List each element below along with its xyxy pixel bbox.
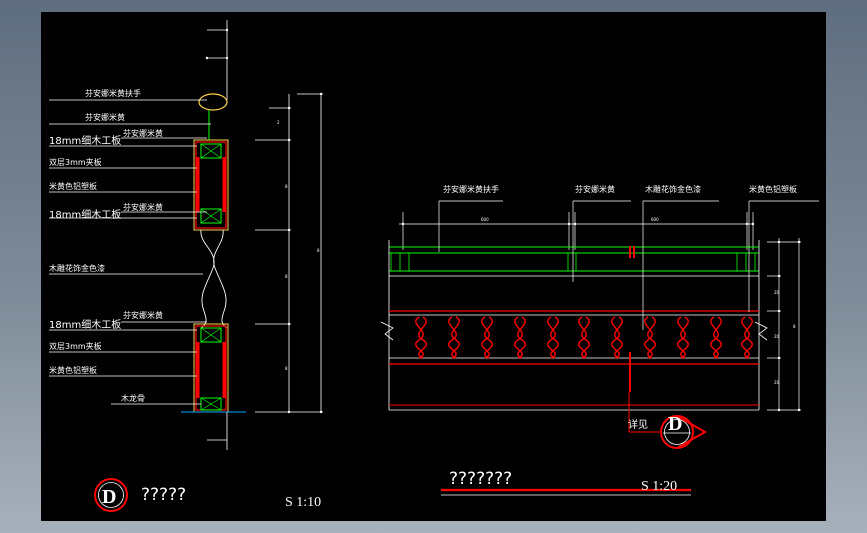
label-stone-mid: 芬安娜米黄	[123, 202, 163, 212]
svg-text:8: 8	[285, 184, 288, 189]
svg-text:8: 8	[793, 324, 796, 329]
left-profile: 2 8 8 8 8 芬安娜米黄扶手 芬安娜米黄 18mm细木工板 芬安娜米黄 双…	[49, 20, 323, 512]
svg-text:20: 20	[774, 380, 780, 385]
svg-text:20: 20	[774, 334, 780, 339]
left-scale: S 1:10	[285, 495, 321, 510]
label-wood-flower: 木雕花饰金色漆	[49, 263, 105, 273]
label-board-upper: 双层3mm夹板	[49, 157, 102, 167]
svg-text:8: 8	[285, 366, 288, 371]
handrail-section	[198, 93, 228, 111]
label-plywood-upper: 18mm细木工板	[49, 134, 121, 147]
label-plywood-mid: 18mm细木工板	[49, 208, 121, 221]
label-stone-lower: 芬安娜米黄	[123, 310, 163, 320]
right-label-handrail: 芬安娜米黄扶手	[443, 184, 499, 194]
baluster-profile	[200, 229, 228, 329]
svg-text:600: 600	[651, 217, 659, 222]
label-keel: 木龙骨	[121, 393, 145, 403]
label-stone-upper2: 芬安娜米黄	[123, 128, 163, 138]
right-label-wood-flower: 木雕花饰金色漆	[645, 184, 701, 194]
label-beige-upper: 米黄色铝塑板	[49, 181, 97, 191]
label-plywood-lower: 18mm细木工板	[49, 318, 121, 331]
label-beige-lower: 米黄色铝塑板	[49, 365, 97, 375]
right-elevation: 600 600 20 20 20 8 芬安娜米黄扶手 芬安娜米黄 木雕花饰金色漆…	[380, 184, 819, 496]
left-title: ?????	[141, 485, 186, 505]
label-board-lower: 双层3mm夹板	[49, 341, 102, 351]
right-label-stone: 芬安娜米黄	[575, 184, 615, 194]
svg-text:20: 20	[774, 290, 780, 295]
detail-callout-label: 详见	[628, 418, 648, 431]
right-label-beige: 米黄色铝塑板	[749, 184, 797, 194]
svg-text:2: 2	[277, 120, 280, 125]
right-title: ???????	[449, 469, 512, 489]
detail-marker-letter-right: D	[668, 413, 682, 435]
svg-text:8: 8	[317, 248, 320, 253]
right-scale: S 1:20	[641, 479, 677, 494]
detail-marker-letter-left: D	[102, 486, 116, 508]
railing-drawing: 2 8 8 8 8 芬安娜米黄扶手 芬安娜米黄 18mm细木工板 芬安娜米黄 双…	[49, 20, 819, 512]
svg-text:8: 8	[285, 274, 288, 279]
baluster-row	[415, 316, 753, 359]
label-handrail: 芬安娜米黄扶手	[85, 88, 141, 98]
cad-viewport[interactable]: 2 8 8 8 8 芬安娜米黄扶手 芬安娜米黄 18mm细木工板 芬安娜米黄 双…	[41, 12, 826, 521]
svg-text:600: 600	[481, 217, 489, 222]
label-stone-upper: 芬安娜米黄	[85, 112, 125, 122]
